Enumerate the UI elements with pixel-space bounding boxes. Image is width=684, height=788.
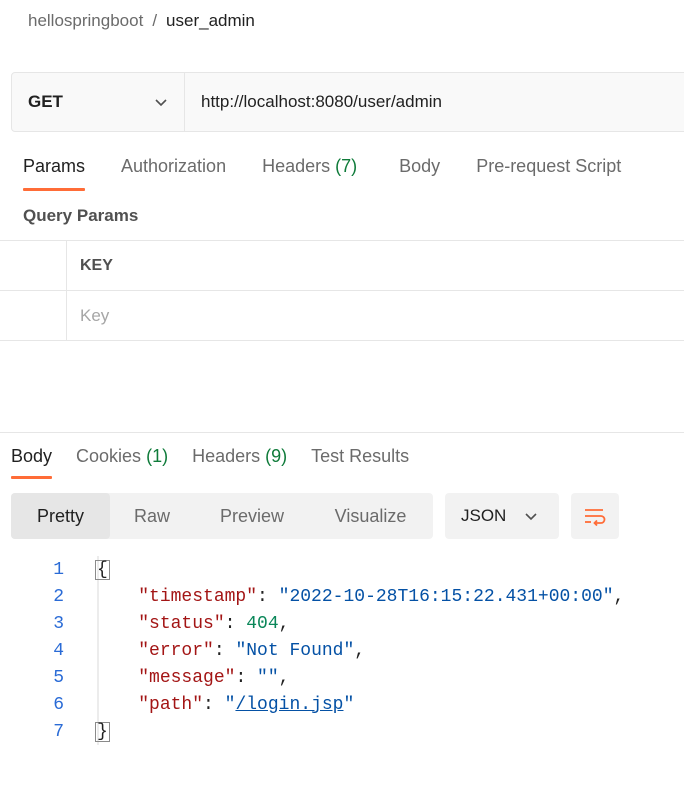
code-line: 4 "error": "Not Found", <box>0 637 365 664</box>
key-column-header: KEY <box>67 241 684 290</box>
code-line: 5 "message": "", <box>0 664 289 691</box>
preview-button[interactable]: Preview <box>194 493 310 539</box>
json-value-timestamp: "2022-10-28T16:15:22.431+00:00" <box>278 586 614 607</box>
key-input[interactable] <box>80 305 684 326</box>
request-tabs: Params Authorization Headers (7) Body Pr… <box>23 156 621 191</box>
tab-body[interactable]: Body <box>399 156 440 191</box>
tab-response-headers[interactable]: Headers (9) <box>192 446 287 479</box>
tab-authorization[interactable]: Authorization <box>121 156 226 191</box>
method-label: GET <box>28 92 63 111</box>
line-number: 3 <box>53 613 64 634</box>
request-name[interactable]: user_admin <box>166 11 255 31</box>
json-key-message: "message" <box>138 667 236 688</box>
tab-prerequest-script[interactable]: Pre-request Script <box>476 156 621 191</box>
tab-test-results[interactable]: Test Results <box>311 446 409 479</box>
json-value-message: "" <box>257 667 279 688</box>
pretty-button[interactable]: Pretty <box>11 493 110 539</box>
tab-prerequest-label: Pre-request Script <box>476 156 622 176</box>
breadcrumb-parent-link[interactable]: hellospringboot <box>28 11 143 31</box>
table-header-row: KEY <box>0 241 684 291</box>
line-number: 2 <box>53 586 64 607</box>
tab-body-label: Body <box>399 156 441 176</box>
json-key-status: "status" <box>138 613 225 634</box>
query-params-title: Query Params <box>23 206 139 225</box>
request-bar: GET <box>11 72 684 132</box>
table-row <box>0 291 684 341</box>
wrap-lines-button[interactable] <box>571 493 619 539</box>
pane-divider[interactable] <box>0 432 684 433</box>
json-key-timestamp: "timestamp" <box>138 586 258 607</box>
visualize-button[interactable]: Visualize <box>310 493 431 539</box>
json-value-error: "Not Found" <box>235 640 355 661</box>
view-mode-group: Pretty Raw Preview Visualize <box>11 493 433 539</box>
breadcrumb-separator: / <box>152 11 158 30</box>
response-tabs: Body Cookies (1) Headers (9) Test Result… <box>11 446 409 479</box>
tab-cookies[interactable]: Cookies (1) <box>76 446 168 479</box>
checkbox-column <box>0 241 67 290</box>
raw-button[interactable]: Raw <box>110 493 194 539</box>
tab-params[interactable]: Params <box>23 156 86 191</box>
json-key-error: "error" <box>138 640 214 661</box>
code-line: 2 "timestamp": "2022-10-28T16:15:22.431+… <box>0 583 624 610</box>
tab-test-results-label: Test Results <box>311 446 410 466</box>
headers-count-badge: (7) <box>335 156 358 176</box>
response-headers-count-badge: (9) <box>265 446 288 466</box>
code-line: 7 } <box>0 718 110 745</box>
tab-headers-label: Headers <box>262 156 331 176</box>
breadcrumb: hellospringboot / user_admin <box>28 11 255 31</box>
tab-response-body-label: Body <box>11 446 53 466</box>
key-header-label: KEY <box>80 256 113 274</box>
chevron-down-icon <box>525 513 537 521</box>
tab-params-label: Params <box>23 156 86 176</box>
cookies-count-badge: (1) <box>146 446 169 466</box>
code-line: 6 "path": "/login.jsp" <box>0 691 354 718</box>
response-body-code[interactable]: 1 { 2 "timestamp": "2022-10-28T16:15:22.… <box>0 556 624 745</box>
line-number: 1 <box>53 559 64 580</box>
tab-cookies-label: Cookies <box>76 446 142 466</box>
method-select[interactable]: GET <box>12 73 185 131</box>
line-number: 7 <box>53 721 64 742</box>
query-params-table: KEY <box>0 240 684 341</box>
code-line: 1 { <box>0 556 110 583</box>
json-key-path: "path" <box>138 694 204 715</box>
line-number: 4 <box>53 640 64 661</box>
tab-headers[interactable]: Headers (7) <box>262 156 357 191</box>
wrap-lines-icon <box>585 509 606 526</box>
open-brace: { <box>95 559 110 580</box>
format-select[interactable]: JSON <box>445 493 559 539</box>
line-number: 6 <box>53 694 64 715</box>
close-brace: } <box>95 721 110 742</box>
tab-authorization-label: Authorization <box>121 156 227 176</box>
json-path-link[interactable]: /login.jsp <box>235 695 343 715</box>
json-value-status: 404 <box>246 613 279 634</box>
chevron-down-icon <box>155 99 167 107</box>
row-checkbox-cell <box>0 291 67 340</box>
tab-response-headers-label: Headers <box>192 446 261 466</box>
code-line: 3 "status": 404, <box>0 610 289 637</box>
tab-response-body[interactable]: Body <box>11 446 53 479</box>
url-input[interactable] <box>185 73 684 131</box>
line-number: 5 <box>53 667 64 688</box>
format-label: JSON <box>461 506 507 525</box>
key-cell <box>67 291 684 340</box>
